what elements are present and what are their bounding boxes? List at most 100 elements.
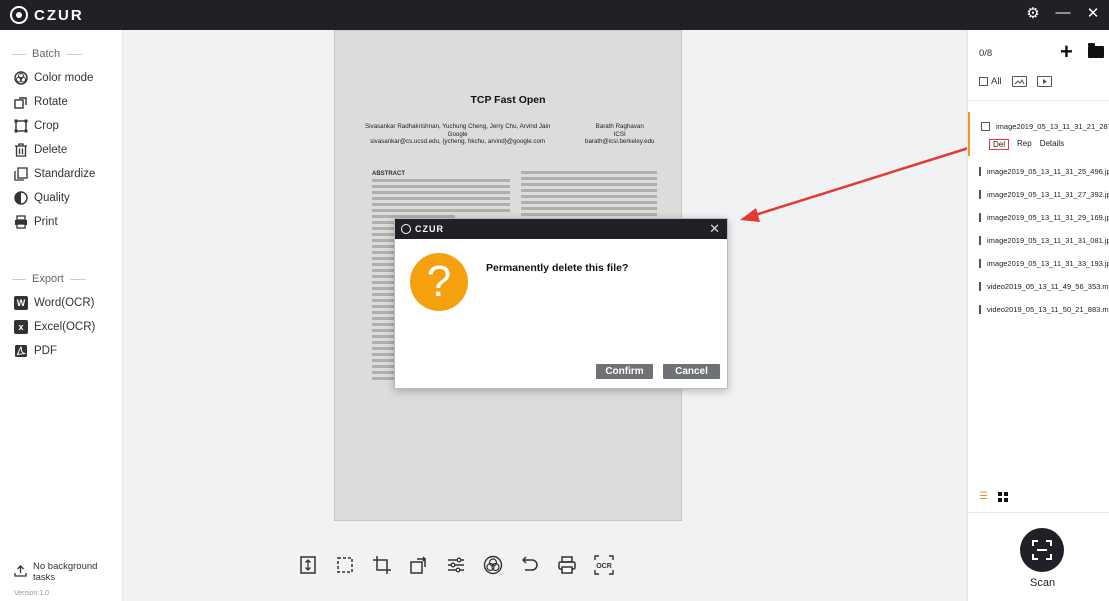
delete-file-button[interactable]: Del bbox=[989, 139, 1010, 150]
confirm-button[interactable]: Confirm bbox=[596, 364, 653, 379]
filter-all[interactable]: All bbox=[979, 76, 1002, 87]
excel-icon: x bbox=[14, 320, 28, 334]
sidebar-item-color-mode[interactable]: Color mode bbox=[0, 66, 123, 90]
file-checkbox[interactable] bbox=[979, 259, 981, 268]
replace-file-button[interactable]: Rep bbox=[1017, 139, 1032, 150]
file-checkbox[interactable] bbox=[979, 190, 981, 199]
file-details-button[interactable]: Details bbox=[1040, 139, 1064, 150]
crop-button[interactable] bbox=[370, 553, 393, 576]
sidebar-item-label: Rotate bbox=[34, 96, 68, 108]
scan-button[interactable] bbox=[1020, 528, 1064, 572]
sidebar-item-label: Delete bbox=[34, 144, 68, 156]
dialog-title-bar: CZUR ✕ bbox=[395, 219, 727, 239]
cancel-button[interactable]: Cancel bbox=[663, 364, 720, 379]
right-panel: 0/8 + All image2019_05_13_11_31_21_287.j… bbox=[967, 30, 1109, 601]
file-checkbox[interactable] bbox=[979, 236, 981, 245]
adjust-icon bbox=[447, 557, 464, 572]
file-actions: Del Rep Details bbox=[989, 139, 1064, 150]
file-item[interactable]: image2019_05_13_11_31_29_169.jpg bbox=[968, 206, 1109, 229]
file-name: image2019_05_13_11_31_31_081.jpg bbox=[987, 236, 1109, 245]
scan-label: Scan bbox=[1030, 577, 1056, 589]
sidebar-item-label: Quality bbox=[34, 192, 70, 204]
sidebar-item-rotate[interactable]: Rotate bbox=[0, 90, 123, 114]
file-name: image2019_05_13_11_31_29_169.jpg bbox=[987, 213, 1109, 222]
video-filter-icon[interactable] bbox=[1036, 76, 1052, 87]
document-authors-right: Barath Raghavan ICSI barath@icsi.berkele… bbox=[585, 123, 654, 146]
list-view-icon[interactable]: ☰ bbox=[979, 492, 990, 502]
adjust-button[interactable] bbox=[444, 553, 467, 576]
file-checkbox[interactable] bbox=[979, 167, 981, 176]
file-checkbox[interactable] bbox=[979, 282, 981, 291]
fit-page-icon bbox=[299, 555, 316, 574]
sidebar-item-label: Print bbox=[34, 216, 58, 228]
rotate-icon bbox=[409, 555, 426, 574]
document-title: TCP Fast Open bbox=[470, 94, 546, 106]
sidebar-item-delete[interactable]: Delete bbox=[0, 138, 123, 162]
undo-button[interactable] bbox=[518, 553, 541, 576]
file-name: image2019_05_13_11_31_27_392.jpg bbox=[987, 190, 1109, 199]
folder-icon[interactable] bbox=[1088, 43, 1104, 58]
rotate-button[interactable] bbox=[407, 553, 430, 576]
sidebar-item-standardize[interactable]: Standardize bbox=[0, 162, 123, 186]
authors-left-names: Sivasankar Radhakrishnan, Yuchung Cheng,… bbox=[365, 123, 551, 130]
batch-section-title: Batch bbox=[0, 48, 83, 60]
sidebar-item-excel-ocr[interactable]: x Excel(OCR) bbox=[0, 315, 123, 339]
upload-tray-icon bbox=[14, 564, 27, 580]
settings-icon[interactable]: ⚙ bbox=[1025, 4, 1041, 22]
sidebar-item-label: PDF bbox=[34, 345, 57, 357]
bottom-toolbar: OCR bbox=[296, 553, 615, 576]
file-item[interactable]: video2019_05_13_11_50_21_883.mp bbox=[968, 298, 1109, 321]
sidebar-item-pdf[interactable]: PDF bbox=[0, 339, 123, 363]
file-item[interactable]: image2019_05_13_11_31_27_392.jpg bbox=[968, 183, 1109, 206]
delete-confirm-dialog: CZUR ✕ ? Permanently delete this file? C… bbox=[394, 218, 728, 389]
left-sidebar: Batch Color mode Rotate Crop Delete Stan… bbox=[0, 30, 123, 601]
file-checkbox[interactable] bbox=[979, 305, 981, 314]
abstract-heading: ABSTRACT bbox=[372, 171, 405, 177]
file-item[interactable]: image2019_05_13_11_31_33_193.jpg bbox=[968, 252, 1109, 275]
sidebar-item-label: Excel(OCR) bbox=[34, 321, 96, 333]
sidebar-item-print[interactable]: Print bbox=[0, 210, 123, 234]
delete-icon bbox=[14, 143, 28, 157]
image-filter-icon[interactable] bbox=[1011, 76, 1027, 87]
minimize-icon[interactable]: — bbox=[1055, 4, 1071, 22]
file-name: image2019_05_13_11_31_33_193.jpg bbox=[987, 259, 1109, 268]
add-icon[interactable]: + bbox=[1060, 41, 1073, 63]
fit-page-button[interactable] bbox=[296, 553, 319, 576]
sidebar-item-label: Word(OCR) bbox=[34, 297, 95, 309]
file-checkbox[interactable] bbox=[979, 213, 981, 222]
ocr-text: OCR bbox=[596, 563, 612, 570]
file-item[interactable]: video2019_05_13_11_49_56_353.mp bbox=[968, 275, 1109, 298]
close-icon[interactable]: ✕ bbox=[1085, 4, 1101, 22]
ocr-button[interactable]: OCR bbox=[592, 553, 615, 576]
dialog-close-icon[interactable]: ✕ bbox=[709, 221, 720, 237]
sidebar-item-crop[interactable]: Crop bbox=[0, 114, 123, 138]
print-icon bbox=[14, 215, 28, 229]
pdf-icon bbox=[14, 344, 28, 358]
app-logo-text: CZUR bbox=[34, 6, 84, 24]
dialog-title: CZUR bbox=[415, 224, 444, 234]
file-item[interactable]: image2019_05_13_11_31_25_496.jpg bbox=[968, 160, 1109, 183]
select-all-checkbox[interactable] bbox=[979, 77, 988, 86]
scan-icon bbox=[1032, 540, 1052, 560]
export-menu: W Word(OCR) x Excel(OCR) PDF bbox=[0, 291, 123, 363]
sidebar-item-word-ocr[interactable]: W Word(OCR) bbox=[0, 291, 123, 315]
grid-view-icon[interactable] bbox=[998, 492, 1008, 502]
file-item[interactable]: image2019_05_13_11_31_31_081.jpg bbox=[968, 229, 1109, 252]
document-authors-left: Sivasankar Radhakrishnan, Yuchung Cheng,… bbox=[365, 123, 550, 146]
file-item-selected[interactable]: image2019_05_13_11_31_21_287.j Del Rep D… bbox=[968, 112, 1109, 156]
authors-left-emails: sivasankar@cs.ucsd.edu, {ycheng, hkchu, … bbox=[370, 138, 546, 145]
select-region-button[interactable] bbox=[333, 553, 356, 576]
color-mode-icon bbox=[483, 555, 502, 574]
czur-logo-icon bbox=[10, 6, 28, 24]
file-checkbox[interactable] bbox=[981, 122, 990, 131]
crop-icon bbox=[372, 555, 391, 574]
version-label: Version:1.0 bbox=[14, 590, 50, 597]
color-mode-button[interactable] bbox=[481, 553, 504, 576]
sidebar-item-quality[interactable]: Quality bbox=[0, 186, 123, 210]
title-bar: CZUR ⚙ — ✕ bbox=[0, 0, 1109, 30]
author-right-name: Barath Raghavan bbox=[595, 123, 644, 130]
dialog-message: Permanently delete this file? bbox=[486, 262, 629, 274]
print-button[interactable] bbox=[555, 553, 578, 576]
czur-logo-icon bbox=[401, 224, 411, 234]
sidebar-item-label: Standardize bbox=[34, 168, 96, 180]
